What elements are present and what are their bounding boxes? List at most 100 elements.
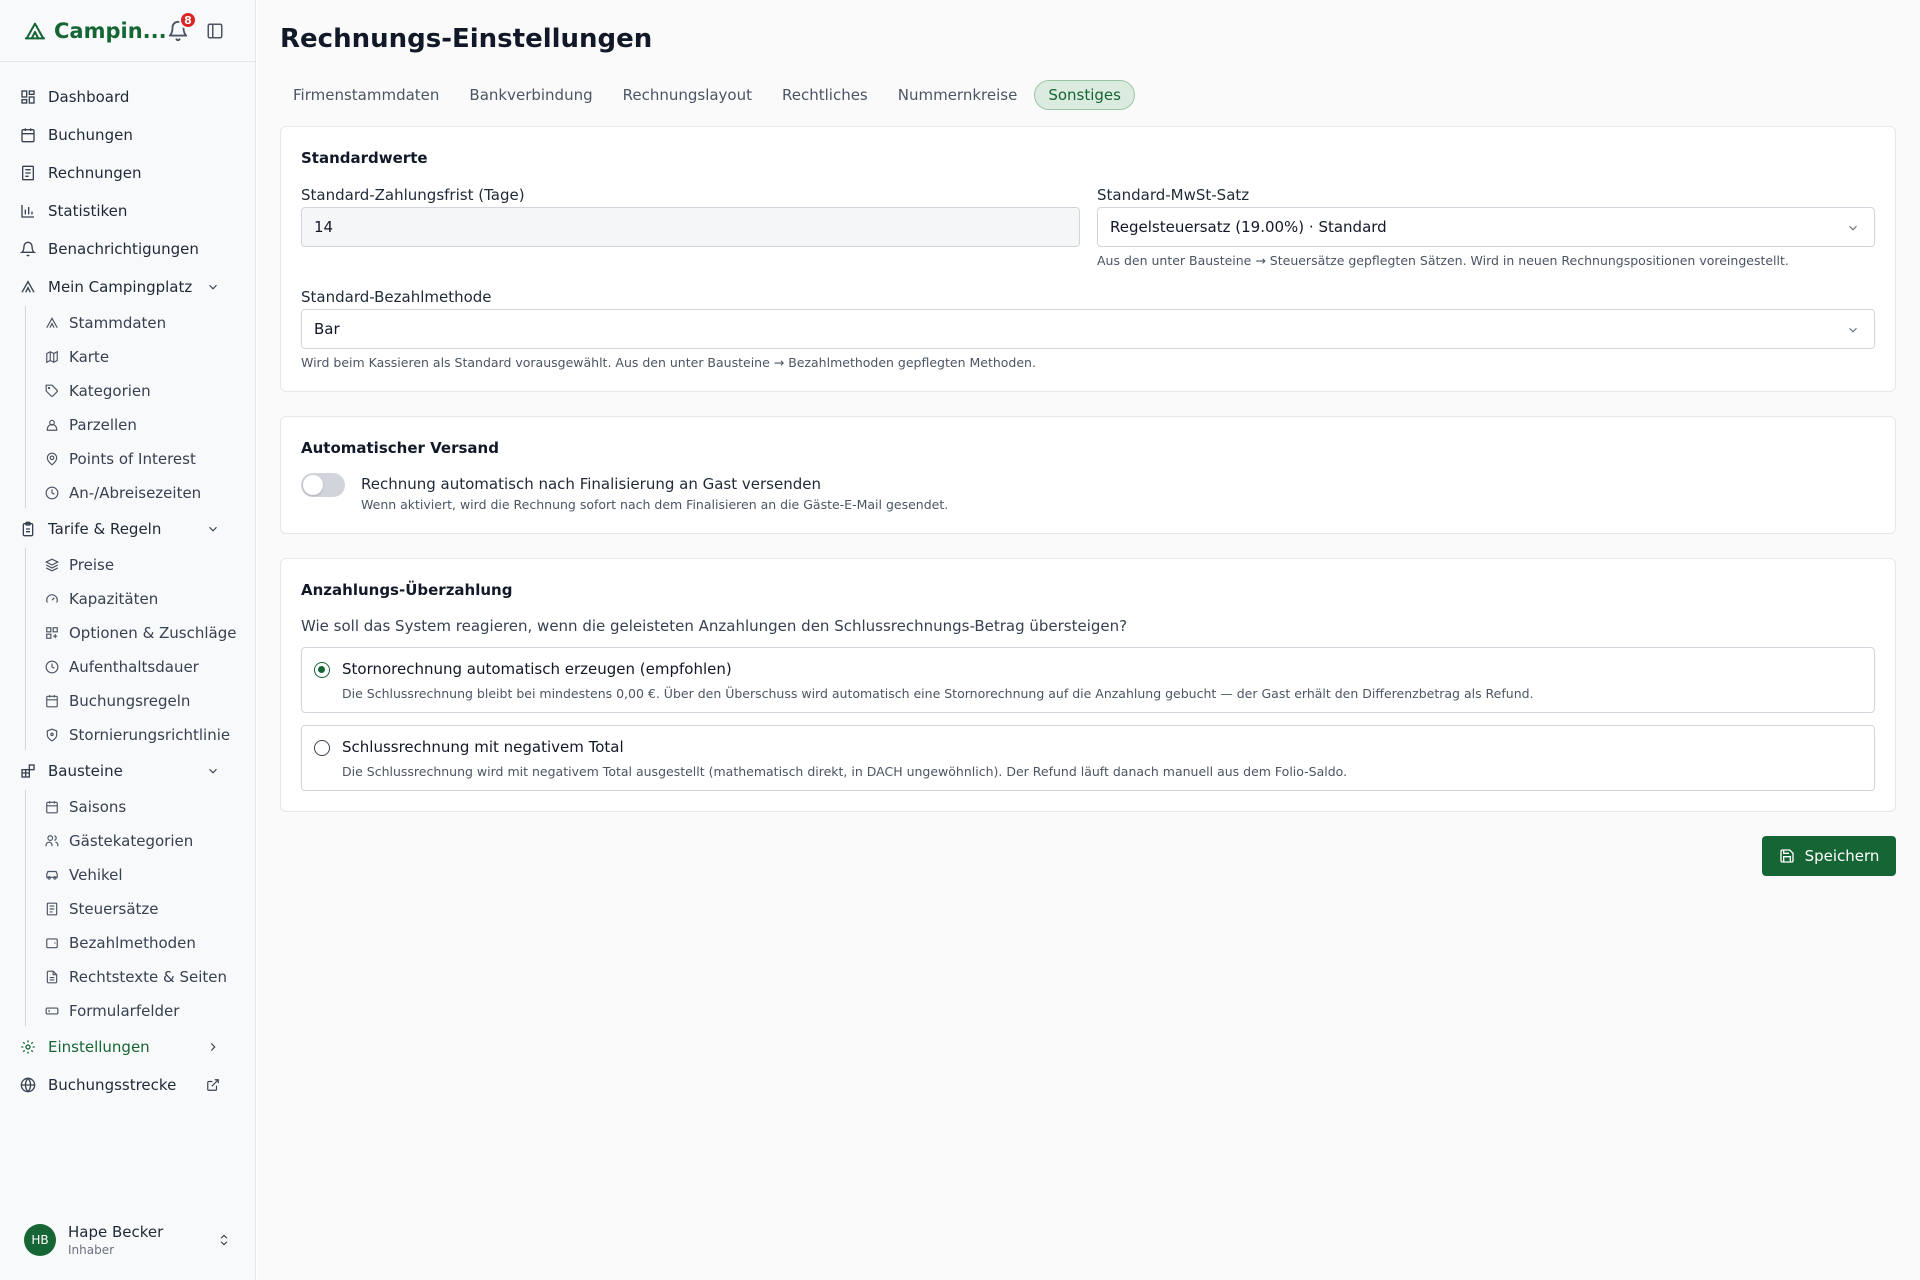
chevron-down-icon <box>209 526 217 532</box>
tab-invoice-layout[interactable]: Rechnungslayout <box>610 80 765 110</box>
option-negative-total[interactable]: Schlussrechnung mit negativem Total Die … <box>301 725 1875 791</box>
payment-method-label: Standard-Bezahlmethode <box>301 288 492 306</box>
submenu-line <box>25 306 26 508</box>
brand[interactable]: Campin... <box>24 19 167 43</box>
sub-item-label: Stornierungsrichtlinie <box>69 726 231 744</box>
nav-label: Tarife & Regeln <box>48 520 162 538</box>
option-auto-credit-note[interactable]: Stornorechnung automatisch erzeugen (emp… <box>301 647 1875 713</box>
save-icon <box>1779 849 1794 863</box>
vat-label: Standard-MwSt-Satz <box>1097 186 1250 204</box>
nav-settings[interactable]: Einstellungen <box>20 1032 236 1062</box>
tab-bank-details[interactable]: Bankverbindung <box>456 80 605 110</box>
sub-item-cancellation[interactable]: Stornierungsrichtlinie <box>45 721 245 749</box>
form-input-icon <box>45 1007 59 1015</box>
option-title: Stornorechnung automatisch erzeugen (emp… <box>342 660 732 678</box>
sub-item-options[interactable]: Optionen & Zuschläge <box>45 619 245 647</box>
overpayment-card: Anzahlungs-Überzahlung Wie soll das Syst… <box>280 558 1896 812</box>
sub-item-label: Aufenthaltsdauer <box>69 658 199 676</box>
chevrons-up-down-icon <box>220 1234 228 1246</box>
sub-item-poi[interactable]: Points of Interest <box>45 445 245 473</box>
calendar-icon <box>46 695 58 708</box>
calendar-icon <box>21 128 35 143</box>
nav-label: Dashboard <box>48 88 130 106</box>
nav-bookings[interactable]: Buchungen <box>20 120 236 150</box>
chevron-right-icon <box>210 1043 216 1051</box>
save-label: Speichern <box>1804 847 1880 865</box>
tab-bar: Firmenstammdaten Bankverbindung Rechnung… <box>280 80 1135 110</box>
sub-item-prices[interactable]: Preise <box>45 551 245 579</box>
sub-item-seasons[interactable]: Saisons <box>45 793 245 821</box>
overpayment-question: Wie soll das System reagieren, wenn die … <box>301 617 1128 635</box>
gear-icon <box>21 1040 35 1054</box>
sub-item-map[interactable]: Karte <box>45 343 245 371</box>
sub-item-master-data[interactable]: Stammdaten <box>45 309 245 337</box>
auto-send-toggle[interactable] <box>301 473 345 497</box>
sub-item-label: Kategorien <box>69 382 151 400</box>
submenu-line <box>25 790 26 1026</box>
nav-statistics[interactable]: Statistiken <box>20 196 236 226</box>
sub-item-label: Optionen & Zuschläge <box>69 624 237 642</box>
receipt-icon <box>46 902 58 916</box>
bar-chart-icon <box>21 205 34 218</box>
user-pin-icon <box>46 419 58 431</box>
sub-item-tax-rates[interactable]: Steuersätze <box>45 895 245 923</box>
nav-dashboard[interactable]: Dashboard <box>20 82 236 112</box>
nav-label: Statistiken <box>48 202 128 220</box>
sub-item-label: Steuersätze <box>69 900 159 918</box>
nav-modules[interactable]: Bausteine <box>20 756 236 786</box>
payment-method-select[interactable]: Bar <box>301 309 1875 349</box>
sub-item-label: Gästekategorien <box>69 832 194 850</box>
auto-send-hint: Wenn aktiviert, wird die Rechnung sofort… <box>361 497 949 512</box>
tab-company-data[interactable]: Firmenstammdaten <box>280 80 452 110</box>
sub-item-label: Stammdaten <box>69 314 167 332</box>
tab-number-ranges[interactable]: Nummernkreise <box>885 80 1031 110</box>
sub-item-vehicles[interactable]: Vehikel <box>45 861 245 889</box>
radio-auto-credit-note[interactable] <box>314 662 330 678</box>
calendar-icon <box>46 801 58 814</box>
nav-tariffs[interactable]: Tarife & Regeln <box>20 514 236 544</box>
user-name: Hape Becker <box>68 1223 164 1241</box>
option-desc: Die Schlussrechnung wird mit negativem T… <box>342 764 1348 779</box>
nav-label: Einstellungen <box>48 1038 150 1056</box>
defaults-title: Standardwerte <box>301 149 428 167</box>
sub-item-payment-methods[interactable]: Bezahlmethoden <box>45 929 245 957</box>
sub-item-stay-duration[interactable]: Aufenthaltsdauer <box>45 653 245 681</box>
sub-item-pitches[interactable]: Parzellen <box>45 411 245 439</box>
sub-item-legal-texts[interactable]: Rechtstexte & Seiten <box>45 963 245 991</box>
nav-label: Mein Campingplatz <box>48 278 193 296</box>
app-name: Campin... <box>54 18 167 43</box>
defaults-card: Standardwerte Standard-Zahlungsfrist (Ta… <box>280 126 1896 392</box>
nav-notifications[interactable]: Benachrichtigungen <box>20 234 236 264</box>
map-pin-icon <box>46 452 58 466</box>
option-desc: Die Schlussrechnung bleibt bei mindesten… <box>342 686 1534 701</box>
save-button[interactable]: Speichern <box>1762 836 1896 876</box>
tent-icon <box>21 280 35 293</box>
vat-select-value: Regelsteuersatz (19.00%) · Standard <box>1110 218 1387 236</box>
nav-invoices[interactable]: Rechnungen <box>20 158 236 188</box>
sub-item-capacities[interactable]: Kapazitäten <box>45 585 245 613</box>
nav-booking-route[interactable]: Buchungsstrecke <box>20 1070 236 1100</box>
sub-item-booking-rules[interactable]: Buchungsregeln <box>45 687 245 715</box>
sub-item-arrival-times[interactable]: An-/Abreisezeiten <box>45 479 245 507</box>
sub-item-categories[interactable]: Kategorien <box>45 377 245 405</box>
vat-hint: Aus den unter Bausteine → Steuersätze ge… <box>1097 253 1789 268</box>
sub-item-form-fields[interactable]: Formularfelder <box>45 997 245 1025</box>
main-content: Rechnungs-Einstellungen Firmenstammdaten… <box>257 0 1920 1280</box>
payment-term-input[interactable]: 14 <box>301 207 1080 247</box>
sub-item-guest-categories[interactable]: Gästekategorien <box>45 827 245 855</box>
chevron-down-icon <box>209 284 217 290</box>
sub-item-label: Preise <box>69 556 115 574</box>
tab-legal[interactable]: Rechtliches <box>769 80 881 110</box>
sidebar-toggle-icon[interactable] <box>206 22 224 40</box>
sub-item-label: Rechtstexte & Seiten <box>69 968 228 986</box>
sub-item-label: Vehikel <box>69 866 123 884</box>
users-icon <box>45 835 59 847</box>
radio-negative-total[interactable] <box>314 740 330 756</box>
nav-label: Buchungsstrecke <box>48 1076 177 1094</box>
nav-my-campsite[interactable]: Mein Campingplatz <box>20 272 236 302</box>
user-menu[interactable]: HB Hape Becker Inhaber <box>0 1200 255 1280</box>
tent-icon <box>24 22 46 39</box>
tab-misc[interactable]: Sonstiges <box>1034 80 1135 110</box>
vat-select[interactable]: Regelsteuersatz (19.00%) · Standard <box>1097 207 1875 247</box>
clock-icon <box>45 660 59 674</box>
